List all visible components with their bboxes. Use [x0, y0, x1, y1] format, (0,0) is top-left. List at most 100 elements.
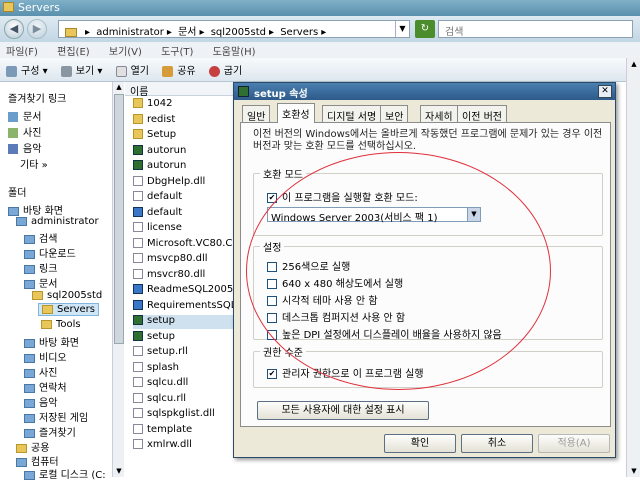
scroll-up-icon[interactable]: ▲: [113, 82, 125, 93]
file-row[interactable]: setup.rll: [133, 346, 235, 360]
favorite-link[interactable]: 문서: [8, 108, 41, 123]
refresh-icon[interactable]: ↻: [415, 20, 435, 38]
menu-file[interactable]: 파일(F): [6, 47, 38, 58]
file-row[interactable]: setup: [133, 330, 235, 345]
menu-help[interactable]: 도움말(H): [213, 47, 256, 58]
file-row[interactable]: redist: [133, 113, 235, 128]
checkbox-box[interactable]: [267, 313, 277, 323]
tree-item[interactable]: 검색: [24, 230, 57, 245]
tree-item[interactable]: sql2005std: [32, 290, 102, 301]
column-header-name[interactable]: 이름: [125, 82, 235, 98]
tree-item[interactable]: 바탕 화면: [24, 334, 79, 349]
file-row[interactable]: ReadmeSQL2005: [133, 284, 235, 298]
address-bar[interactable]: ▸ administrator ▸ 문서 ▸ sql2005std ▸ Servers…: [58, 20, 410, 38]
scroll-down-icon[interactable]: ▼: [627, 465, 640, 477]
tree-item[interactable]: Tools: [41, 319, 81, 330]
tab-general[interactable]: 일반: [242, 105, 271, 123]
tree-item[interactable]: 사진: [24, 364, 57, 379]
file-row[interactable]: sqlspkglist.dll: [133, 408, 235, 422]
breadcrumb-item[interactable]: 문서: [178, 27, 196, 38]
more-links[interactable]: 기타 »: [20, 156, 48, 171]
breadcrumb-item[interactable]: sql2005std: [211, 27, 266, 38]
file-row[interactable]: sqlcu.dll: [133, 377, 235, 391]
file-row[interactable]: RequirementsSQL2: [133, 299, 235, 314]
views-button[interactable]: 보기 ▾: [60, 62, 102, 77]
file-row[interactable]: template: [133, 423, 235, 438]
file-row[interactable]: Microsoft.VC80.CF: [133, 237, 235, 252]
checkbox-box[interactable]: [267, 296, 277, 306]
back-button[interactable]: ◀: [4, 19, 24, 39]
compat-mode-select[interactable]: Windows Server 2003(서비스 팩 1) ▼: [267, 207, 481, 224]
tree-item[interactable]: 로컬 디스크 (C:: [24, 466, 106, 481]
tree-item[interactable]: 즐겨찾기: [24, 424, 76, 439]
tree-item[interactable]: 연락처: [24, 379, 67, 394]
breadcrumb-item[interactable]: administrator: [96, 27, 164, 38]
file-row[interactable]: splash: [133, 361, 235, 376]
setting-checkbox[interactable]: 640 x 480 해상도에서 실행: [267, 275, 403, 290]
menu-tools[interactable]: 도구(T): [161, 47, 193, 58]
menu-view[interactable]: 보기(V): [109, 47, 142, 58]
checkbox-box[interactable]: [267, 330, 277, 340]
all-users-settings-button[interactable]: 모든 사용자에 대한 설정 표시: [257, 401, 429, 420]
tree-item[interactable]: 다운로드: [24, 245, 76, 260]
favorite-link[interactable]: 사진: [8, 124, 41, 139]
run-as-admin-checkbox[interactable]: ✔ 관리자 권한으로 이 프로그램 실행: [267, 365, 424, 380]
checkbox-box[interactable]: [267, 262, 277, 272]
ok-button[interactable]: 확인: [384, 434, 456, 453]
tree-item[interactable]: 바탕 화면: [8, 202, 63, 217]
file-row[interactable]: DbgHelp.dll: [133, 175, 235, 190]
setting-checkbox[interactable]: 256색으로 실행: [267, 258, 350, 273]
tab-security[interactable]: 보안: [380, 105, 409, 123]
open-button[interactable]: 열기: [115, 62, 149, 77]
tree-item[interactable]: 공용: [16, 439, 49, 454]
tree-item-selected[interactable]: Servers: [38, 303, 100, 316]
tree-item[interactable]: 문서: [24, 275, 57, 290]
file-row[interactable]: 1042: [133, 98, 235, 112]
tree-item[interactable]: 음악: [24, 394, 57, 409]
search-input[interactable]: 검색: [438, 20, 633, 38]
chevron-down-icon[interactable]: ▼: [467, 208, 480, 221]
file-row[interactable]: sqlcu.rll: [133, 392, 235, 407]
scroll-up-icon[interactable]: ▲: [627, 58, 640, 70]
dialog-title-bar[interactable]: setup 속성 ✕: [234, 83, 615, 100]
file-row[interactable]: msvcp80.dll: [133, 253, 235, 267]
tree-scrollbar[interactable]: ▲ ▼: [112, 82, 124, 477]
chevron-down-icon[interactable]: ▼: [395, 21, 409, 37]
favorite-link[interactable]: 음악: [8, 140, 41, 155]
forward-button[interactable]: ▶: [27, 19, 47, 39]
compat-mode-checkbox[interactable]: ✔ 이 프로그램을 실행할 호환 모드:: [267, 189, 418, 204]
tree-item[interactable]: 링크: [24, 260, 57, 275]
share-button[interactable]: 공유: [162, 62, 196, 77]
checkmark-icon[interactable]: ✔: [267, 193, 277, 203]
menu-edit[interactable]: 편집(E): [57, 47, 90, 58]
setting-checkbox[interactable]: 데스크톱 컴퍼지션 사용 안 함: [267, 309, 405, 324]
folders-header[interactable]: 폴더: [8, 184, 26, 199]
burn-button[interactable]: 굽기: [208, 62, 242, 77]
close-button[interactable]: ✕: [598, 85, 612, 98]
tab-digital-signatures[interactable]: 디지털 서명: [322, 105, 382, 123]
tab-previous-versions[interactable]: 이전 버전: [457, 105, 507, 123]
checkmark-icon[interactable]: ✔: [267, 369, 277, 379]
file-row[interactable]: license: [133, 222, 235, 236]
tree-item[interactable]: 저장된 게임: [24, 409, 88, 424]
scroll-down-icon[interactable]: ▼: [113, 466, 125, 477]
file-list-scrollbar[interactable]: ▲ ▼: [626, 58, 640, 477]
file-row[interactable]: Setup: [133, 129, 235, 143]
apply-button[interactable]: 적용(A): [538, 434, 610, 453]
file-row[interactable]: default: [133, 206, 235, 221]
organize-button[interactable]: 구성 ▾: [6, 62, 48, 77]
file-row[interactable]: setup: [133, 315, 235, 329]
file-row[interactable]: autorun: [133, 160, 235, 174]
setting-checkbox[interactable]: 시각적 테마 사용 안 함: [267, 292, 378, 307]
file-row[interactable]: default: [133, 191, 235, 205]
tab-details[interactable]: 자세히: [420, 105, 458, 123]
tree-item[interactable]: administrator: [16, 216, 99, 227]
breadcrumb-item[interactable]: Servers: [280, 27, 318, 38]
file-row[interactable]: msvcr80.dll: [133, 268, 235, 283]
file-row[interactable]: xmlrw.dll: [133, 439, 235, 453]
file-row[interactable]: autorun: [133, 144, 235, 159]
setting-checkbox[interactable]: 높은 DPI 설정에서 디스플레이 배율을 사용하지 않음: [267, 326, 502, 341]
tab-compatibility[interactable]: 호환성: [277, 103, 315, 123]
tree-item[interactable]: 비디오: [24, 349, 67, 364]
checkbox-box[interactable]: [267, 279, 277, 289]
